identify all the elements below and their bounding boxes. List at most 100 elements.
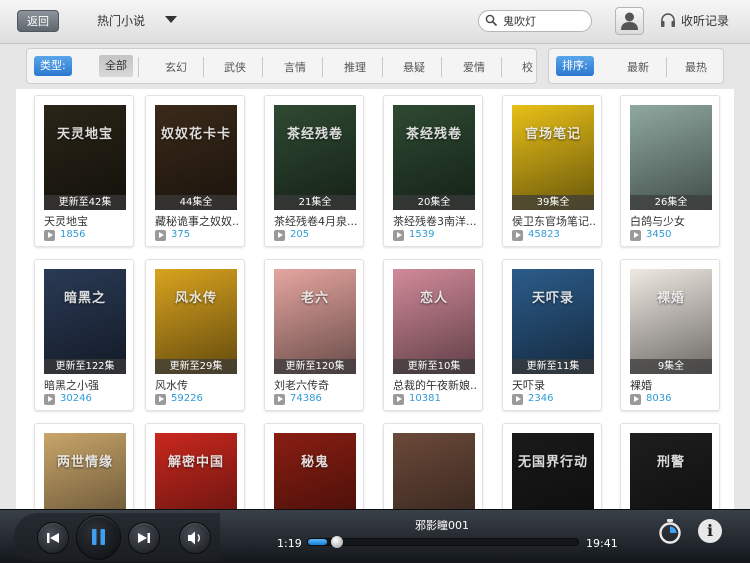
book-card[interactable]: 奴奴花卡卡 44集全 藏秘诡事之奴奴... 375 [145,95,245,247]
headphones-icon[interactable] [660,12,676,28]
divider [382,57,383,77]
episode-badge: 更新至29集 [155,359,237,374]
episode-badge: 更新至120集 [274,359,356,374]
cover-title: 无国界行动 [517,455,588,470]
type-option-xuanhuan[interactable]: 玄幻 [165,59,187,75]
book-card[interactable]: 茶经残卷 20集全茶经残卷3南洋... 1539 [383,95,483,247]
back-label: 返回 [27,15,49,28]
book-title[interactable]: 茶经残卷4月泉... [274,213,358,229]
search-box[interactable] [478,10,592,32]
pause-button[interactable] [76,515,121,560]
book-cover[interactable]: 两世情缘 [44,433,126,509]
book-cover[interactable]: 刑警 [630,433,712,509]
book-cover[interactable]: 官场笔记 39集全 [512,105,594,210]
play-count-icon [512,230,523,241]
total-time: 19:41 [586,537,618,550]
cover-title: 奴奴花卡卡 [160,127,231,142]
book-cover[interactable]: 暗黑之 更新至122集 [44,269,126,374]
type-option-wuxia[interactable]: 武侠 [224,59,246,75]
play-count: 1539 [409,229,435,240]
progress-knob[interactable] [330,536,343,548]
play-count-icon [44,394,55,405]
book-card[interactable]: 茶经残卷 21集全 茶经残卷4月泉... 205 [264,95,364,247]
info-button[interactable]: i [698,519,722,543]
play-count-icon [274,230,285,241]
book-card[interactable]: 官场笔记 39集全 侯卫东官场笔记... 45823 [502,95,602,247]
play-count-icon [155,394,166,405]
book-cover[interactable]: 恋人 更新至10集 [393,269,475,374]
cover-title: 两世情缘 [56,455,113,470]
book-title[interactable]: 裸婚 [630,377,714,393]
book-card[interactable]: 老六 更新至120集 刘老六传奇 74386 [264,259,364,411]
play-count-icon [512,394,523,405]
book-title[interactable]: 刘老六传奇 [274,377,358,393]
sort-option-hottest[interactable]: 最热 [685,59,707,75]
book-card[interactable]: 风水传 更新至29集 风水传 59226 [145,259,245,411]
book-card[interactable]: 天吓录 更新至11集 天吓录 2346 [502,259,602,411]
book-card[interactable] [383,423,483,509]
book-title[interactable]: 暗黑之小强 [44,377,128,393]
book-cover[interactable]: 裸婚 9集全 [630,269,712,374]
user-button[interactable] [615,7,644,35]
book-card[interactable]: 刑警 [620,423,720,509]
page-title[interactable]: 热门小说 [97,12,145,29]
volume-button[interactable] [179,522,211,554]
book-card[interactable]: 两世情缘 [34,423,134,509]
next-button[interactable] [128,522,160,554]
chevron-down-icon[interactable] [165,16,177,23]
book-card[interactable]: 26集全 白鸽与少女 3450 [620,95,720,247]
type-option-yanqing[interactable]: 言情 [284,59,306,75]
sort-option-newest[interactable]: 最新 [627,59,649,75]
book-title[interactable]: 天灵地宝 [44,213,128,229]
cover-title: 老六 [300,291,329,306]
book-cover[interactable]: 解密中国 [155,433,237,509]
book-cover[interactable]: 无国界行动 [512,433,594,509]
book-card[interactable]: 秘鬼 [264,423,364,509]
search-input[interactable] [503,14,587,27]
book-cover[interactable]: 秘鬼 [274,433,356,509]
sort-filter-bar: 排序: 最新 最热 [548,48,724,84]
book-title[interactable]: 天吓录 [512,377,596,393]
book-grid: 天灵地宝 更新至42集 天灵地宝 1856 奴奴花卡卡 44集全 藏秘诡事之奴奴... 375… [16,89,734,509]
book-card[interactable]: 无国界行动 [502,423,602,509]
cover-title: 天灵地宝 [56,127,113,142]
cover-title: 暗黑之 [63,291,106,306]
book-cover[interactable]: 奴奴花卡卡 44集全 [155,105,237,210]
book-card[interactable]: 裸婚 9集全 裸婚 8036 [620,259,720,411]
book-cover[interactable]: 风水传 更新至29集 [155,269,237,374]
book-title[interactable]: 风水传 [155,377,239,393]
divider [322,57,323,77]
book-cover[interactable]: 26集全 [630,105,712,210]
book-card[interactable]: 暗黑之 更新至122集 暗黑之小强 30246 [34,259,134,411]
book-title[interactable]: 藏秘诡事之奴奴... [155,213,239,229]
book-cover[interactable]: 老六更新至120集 [274,269,356,374]
book-card[interactable]: 恋人 更新至10集 总裁的午夜新娘... 10381 [383,259,483,411]
book-cover[interactable]: 天灵地宝 更新至42集 [44,105,126,210]
episode-badge: 39集全 [512,195,594,210]
timer-icon[interactable] [657,518,683,544]
book-cover[interactable] [393,433,475,509]
book-title[interactable]: 茶经残卷3南洋... [393,213,477,229]
book-cover[interactable]: 茶经残卷 20集全 [393,105,475,210]
listen-history-link[interactable]: 收听记录 [681,12,729,29]
book-card[interactable]: 解密中国 [145,423,245,509]
previous-button[interactable] [37,522,69,554]
play-count-icon [44,230,55,241]
type-option-aiqing[interactable]: 爱情 [463,59,485,75]
book-cover[interactable]: 天吓录 更新至11集 [512,269,594,374]
progress-slider[interactable] [307,536,579,548]
book-title[interactable]: 侯卫东官场笔记... [512,213,596,229]
book-card[interactable]: 天灵地宝 更新至42集 天灵地宝 1856 [34,95,134,247]
book-title[interactable]: 白鸽与少女 [630,213,714,229]
pause-icon [92,529,105,545]
book-cover[interactable]: 茶经残卷 21集全 [274,105,356,210]
type-option-xiao[interactable]: 校 [522,59,533,75]
type-option-xuanyi[interactable]: 悬疑 [403,59,425,75]
type-option-tuili[interactable]: 推理 [344,59,366,75]
cover-title: 官场笔记 [524,127,581,142]
back-button[interactable]: 返回 [17,10,59,32]
top-bar: 返回 热门小说 收听记录 [0,0,750,44]
type-option-all[interactable]: 全部 [99,55,133,77]
book-title[interactable]: 总裁的午夜新娘... [393,377,477,393]
sort-filter-label: 排序: [556,56,594,76]
